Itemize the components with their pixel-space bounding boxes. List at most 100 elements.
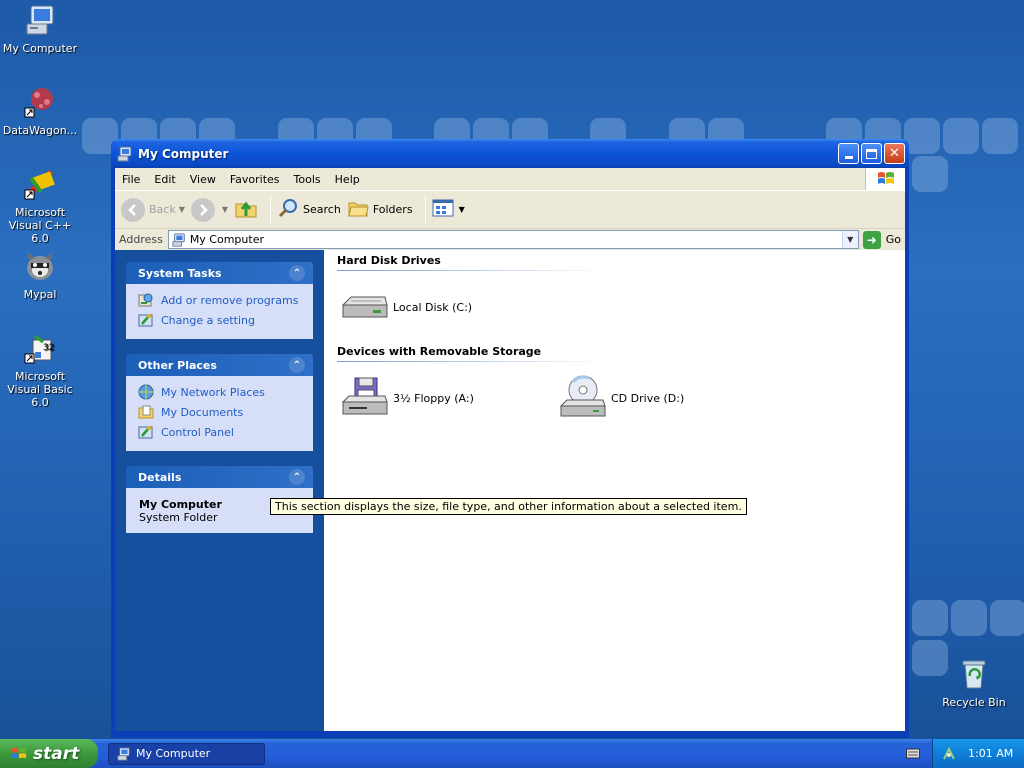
desktop-icon-label: Microsoft Visual Basic 6.0: [7, 370, 73, 409]
maximize-icon: [866, 148, 877, 159]
recycle-bin-icon: [957, 658, 991, 692]
explorer-window: My Computer ✕ File Edit View Favorites T…: [111, 139, 909, 738]
desktop-icon-datawagon[interactable]: DataWagon...: [0, 86, 80, 137]
keyboard-icon[interactable]: [906, 747, 920, 759]
panel-other-places: Other Places ⌃ My Network Places My Docu…: [126, 354, 313, 451]
menu-favorites[interactable]: Favorites: [223, 173, 287, 186]
visual-cpp-shortcut-icon: [23, 168, 57, 202]
search-label: Search: [303, 203, 341, 216]
link-label: My Documents: [161, 405, 244, 419]
floppy-drive-icon: [341, 374, 389, 422]
window-titlebar[interactable]: My Computer ✕: [111, 139, 909, 168]
collapse-chevron-icon[interactable]: ⌃: [289, 469, 305, 485]
my-documents-icon: [138, 404, 154, 420]
link-label: Control Panel: [161, 425, 234, 439]
menu-file[interactable]: File: [115, 173, 147, 186]
cd-drive-icon: [559, 374, 607, 422]
add-remove-programs-icon: [138, 292, 154, 308]
window-title: My Computer: [138, 146, 229, 161]
datawagon-shortcut-icon: [23, 86, 57, 120]
address-dropdown-button[interactable]: ▼: [841, 231, 858, 248]
desktop-icon-label: My Computer: [2, 42, 78, 55]
menu-edit[interactable]: Edit: [147, 173, 182, 186]
close-button[interactable]: ✕: [884, 143, 905, 164]
my-computer-icon: [172, 232, 186, 247]
address-label: Address: [119, 233, 163, 246]
address-field[interactable]: My Computer ▼: [167, 230, 859, 249]
clock[interactable]: 1:01 AM: [968, 747, 1013, 760]
collapse-chevron-icon[interactable]: ⌃: [289, 265, 305, 281]
drive-item-local-disk-c[interactable]: Local Disk (C:): [341, 283, 559, 331]
minimize-button[interactable]: [838, 143, 859, 164]
menu-tools[interactable]: Tools: [287, 173, 328, 186]
panel-title: Other Places: [138, 358, 217, 372]
details-tooltip: This section displays the size, file typ…: [270, 498, 747, 515]
control-panel-icon: [138, 424, 154, 440]
standard-toolbar: Back ▼ ▼ Search Folders ▼: [115, 190, 905, 228]
desktop-icon-visual-cpp[interactable]: Microsoft Visual C++ 6.0: [0, 168, 80, 245]
taskbar-button-label: My Computer: [136, 747, 211, 760]
taskbar: start My Computer 1:01 AM: [0, 739, 1024, 768]
task-pane: System Tasks ⌃ Add or remove programs Ch…: [115, 250, 324, 731]
start-label: start: [33, 743, 80, 764]
my-computer-icon: [23, 4, 57, 38]
panel-header[interactable]: Other Places ⌃: [126, 354, 313, 376]
drive-item-cd-d[interactable]: CD Drive (D:): [559, 374, 777, 422]
desktop-icon-recycle-bin[interactable]: Recycle Bin: [934, 658, 1014, 709]
group-items: Local Disk (C:): [337, 271, 905, 343]
link-change-setting[interactable]: Change a setting: [138, 310, 303, 330]
windows-flag-icon: [10, 745, 28, 763]
back-dropdown-icon: ▼: [178, 205, 185, 214]
my-computer-icon: [117, 146, 133, 162]
maximize-button[interactable]: [861, 143, 882, 164]
group-header-hard-disk-drives: Hard Disk Drives: [337, 252, 607, 271]
desktop-icon-label: Recycle Bin: [942, 696, 1006, 709]
group-header-removable-storage: Devices with Removable Storage: [337, 343, 607, 362]
folders-button[interactable]: Folders: [347, 197, 413, 222]
link-my-documents[interactable]: My Documents: [138, 402, 303, 422]
desktop-icon-label: Mypal: [23, 288, 57, 301]
link-control-panel[interactable]: Control Panel: [138, 422, 303, 442]
svg-text:32: 32: [43, 343, 54, 353]
panel-body: My Network Places My Documents Control P…: [126, 376, 313, 451]
window-content: System Tasks ⌃ Add or remove programs Ch…: [115, 250, 905, 731]
panel-title: Details: [138, 470, 182, 484]
address-value: My Computer: [189, 233, 264, 246]
up-folder-icon: [234, 196, 258, 223]
minimize-icon: [844, 156, 853, 159]
start-button[interactable]: start: [0, 739, 98, 768]
link-label: My Network Places: [161, 385, 265, 399]
drive-label: CD Drive (D:): [611, 391, 685, 405]
go-button[interactable]: ➜ Go: [862, 230, 901, 249]
folders-label: Folders: [372, 203, 413, 216]
folders-icon: [347, 197, 369, 222]
link-add-remove-programs[interactable]: Add or remove programs: [138, 290, 303, 310]
panel-header[interactable]: System Tasks ⌃: [126, 262, 313, 284]
back-label: Back: [149, 203, 176, 216]
go-label: Go: [885, 233, 901, 246]
desktop-icon-mypal[interactable]: Mypal: [0, 250, 80, 301]
forward-button[interactable]: ▼: [190, 197, 228, 222]
search-icon: [277, 197, 299, 222]
back-button[interactable]: Back ▼: [121, 197, 185, 222]
collapse-chevron-icon[interactable]: ⌃: [289, 357, 305, 373]
hard-disk-icon: [341, 283, 389, 331]
taskbar-button-my-computer[interactable]: My Computer: [108, 742, 265, 765]
panel-header[interactable]: Details ⌃: [126, 466, 313, 488]
views-button[interactable]: ▼: [432, 198, 465, 221]
desktop-icon-my-computer[interactable]: My Computer: [0, 4, 80, 55]
menu-help[interactable]: Help: [328, 173, 367, 186]
panel-system-tasks: System Tasks ⌃ Add or remove programs Ch…: [126, 262, 313, 339]
up-folder-button[interactable]: [234, 196, 258, 223]
desktop-icon-visual-basic[interactable]: 32 Microsoft Visual Basic 6.0: [0, 332, 80, 409]
menu-view[interactable]: View: [183, 173, 223, 186]
drive-label: Local Disk (C:): [393, 300, 473, 314]
drive-label: 3½ Floppy (A:): [393, 391, 474, 405]
network-tray-icon[interactable]: [942, 746, 956, 761]
drive-item-floppy-a[interactable]: 3½ Floppy (A:): [341, 374, 559, 422]
forward-arrow-icon: [190, 197, 215, 222]
link-my-network-places[interactable]: My Network Places: [138, 382, 303, 402]
search-button[interactable]: Search: [277, 197, 341, 222]
network-places-icon: [138, 384, 154, 400]
windows-logo-icon: [865, 168, 905, 190]
